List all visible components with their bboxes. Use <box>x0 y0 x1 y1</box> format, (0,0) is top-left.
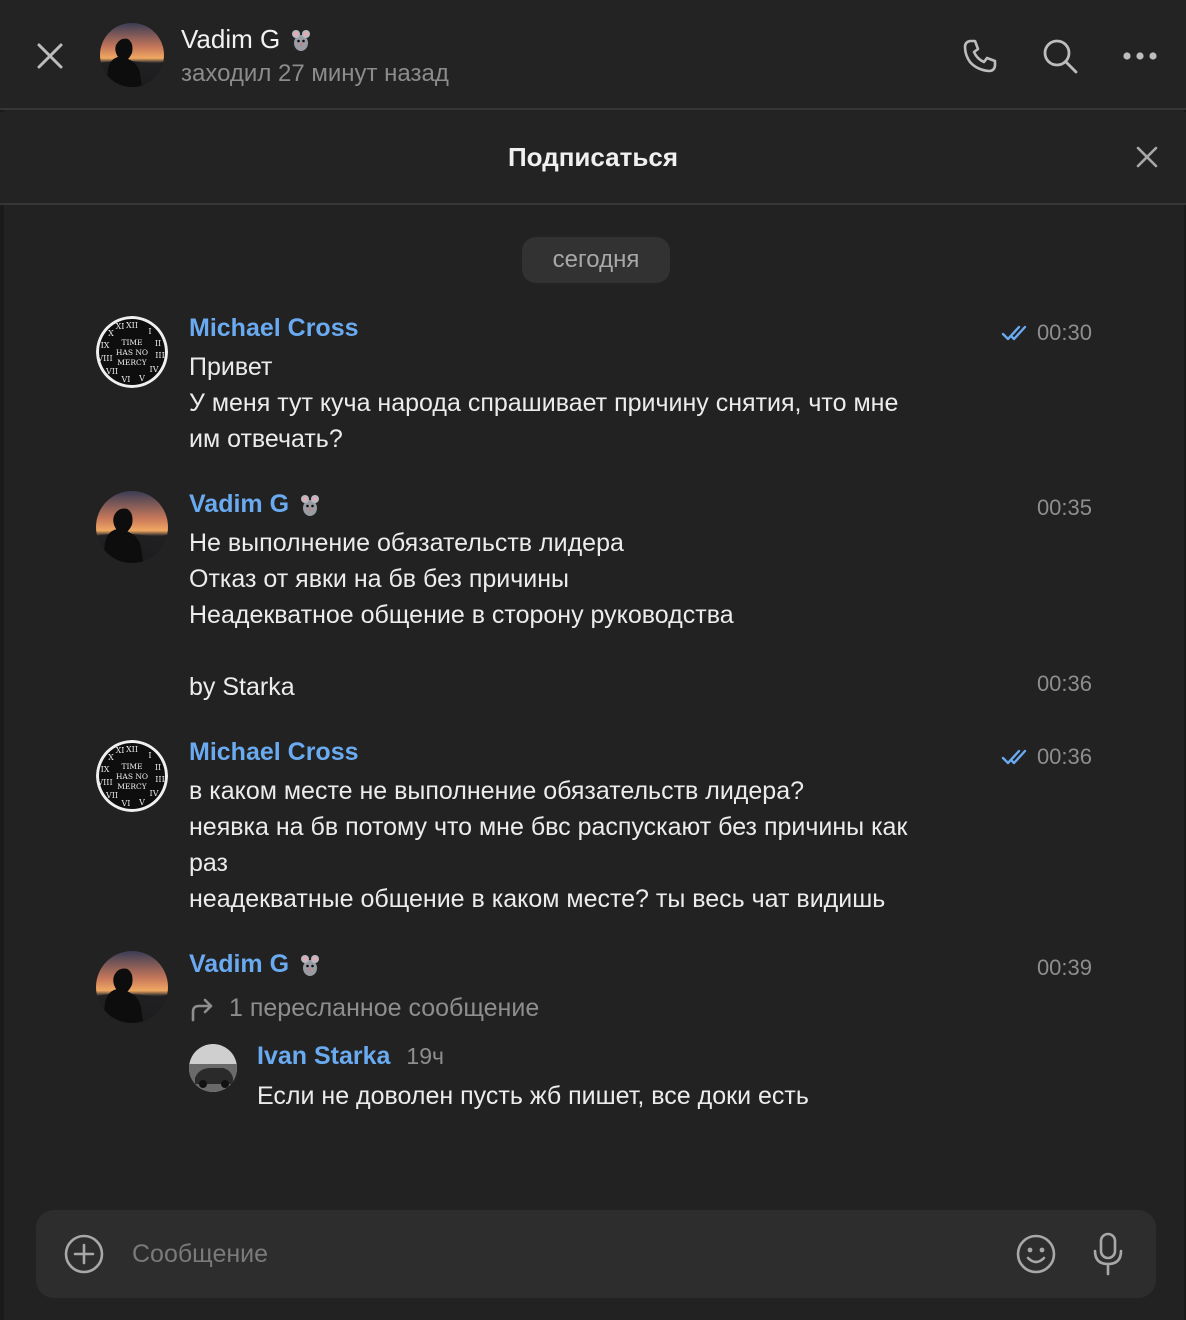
contact-name[interactable]: Vadim G <box>181 24 314 55</box>
emoji-icon <box>1016 1234 1056 1274</box>
svg-text:X: X <box>108 753 114 762</box>
svg-text:XII: XII <box>126 321 138 330</box>
forward-icon <box>191 998 213 1021</box>
svg-text:VIII: VIII <box>96 354 112 363</box>
svg-text:II: II <box>155 339 161 348</box>
voice-message-button[interactable] <box>1086 1230 1130 1278</box>
message-text: Не выполнение обязательств лидера Отказ … <box>189 529 734 629</box>
message-time-text: 00:35 <box>1036 495 1092 520</box>
message-time: 00:36 <box>1001 744 1092 770</box>
forwarded-message-text: Если не доволен пусть жб пишет, все доки… <box>257 1082 809 1110</box>
avatar[interactable]: XII I II III IV V VI VII VIII IX X XI TIME HAS NO… <box>96 316 168 388</box>
svg-text:VI: VI <box>121 799 131 808</box>
svg-text:VII: VII <box>105 367 118 376</box>
forwarded-count-label: 1 пересланное сообщение <box>229 994 540 1022</box>
svg-text:IV: IV <box>150 365 159 374</box>
microphone-icon <box>1093 1232 1123 1276</box>
subscribe-bar-close-button[interactable] <box>1134 144 1162 172</box>
forwarded-sender[interactable]: Ivan Starka 19ч <box>257 1042 444 1071</box>
message-time: 00:36 <box>1037 671 1092 697</box>
contact-status: заходил 27 минут назад <box>181 60 449 87</box>
read-check-icon <box>1001 749 1027 765</box>
message-time-text: 00:36 <box>1036 671 1092 696</box>
svg-text:V: V <box>138 798 145 807</box>
date-separator: сегодня <box>522 237 670 283</box>
close-icon <box>37 43 63 69</box>
contact-name-text: Vadim G <box>181 24 281 54</box>
svg-text:VIII: VIII <box>96 778 112 787</box>
forwarded-time-ago: 19ч <box>406 1043 444 1069</box>
close-icon <box>1136 146 1158 168</box>
message-sender-text: Vadim G <box>189 950 290 978</box>
more-icon <box>1123 52 1157 60</box>
read-check-icon <box>1001 325 1027 341</box>
subscribe-bar: Подписаться <box>0 112 1186 205</box>
message-sender-text: Vadim G <box>189 490 290 518</box>
svg-text:II: II <box>155 763 161 772</box>
svg-text:XI: XI <box>116 322 125 331</box>
message-time-text: 00:30 <box>1036 320 1092 345</box>
forwarded-sender-name: Ivan Starka <box>257 1042 391 1070</box>
rat-emoji <box>301 954 320 976</box>
avatar[interactable]: XII I II III IV V VI VII VIII IX X XI TIME HAS NO… <box>96 740 168 812</box>
svg-text:VII: VII <box>105 791 118 800</box>
svg-text:IX: IX <box>101 341 110 350</box>
svg-text:III: III <box>155 775 164 784</box>
forwarded-header[interactable]: 1 пересланное сообщение <box>189 994 539 1023</box>
svg-text:HAS NO: HAS NO <box>116 348 148 357</box>
message-time: 00:39 <box>1037 955 1092 981</box>
message-text: в каком месте не выполнение обязательств… <box>189 777 908 913</box>
message-time: 00:35 <box>1037 495 1092 521</box>
search-icon <box>1043 39 1078 74</box>
rat-emoji <box>301 494 320 516</box>
svg-text:TIME: TIME <box>121 762 142 771</box>
message-sender[interactable]: Vadim G <box>189 950 323 979</box>
svg-text:VI: VI <box>121 375 131 384</box>
message-time-text: 00:39 <box>1036 955 1092 980</box>
message-sender[interactable]: Michael Cross <box>189 738 359 767</box>
message-sender[interactable]: Michael Cross <box>189 314 359 343</box>
svg-text:XI: XI <box>116 746 125 755</box>
svg-text:IX: IX <box>101 765 110 774</box>
svg-text:I: I <box>148 327 151 336</box>
call-button[interactable] <box>958 34 1002 78</box>
message-input[interactable] <box>132 1232 992 1276</box>
chat-header: Vadim G заходил 27 минут назад <box>0 0 1186 110</box>
svg-text:TIME: TIME <box>121 338 142 347</box>
svg-text:III: III <box>155 351 164 360</box>
emoji-button[interactable] <box>1014 1232 1058 1276</box>
message-text: by Starka <box>189 673 295 701</box>
avatar[interactable] <box>96 491 168 563</box>
message-composer <box>36 1210 1156 1298</box>
avatar[interactable] <box>100 23 164 87</box>
svg-text:HAS NO: HAS NO <box>116 772 148 781</box>
close-chat-button[interactable] <box>30 36 70 76</box>
message-time-text: 00:36 <box>1036 744 1092 769</box>
message-sender[interactable]: Vadim G <box>189 490 323 519</box>
svg-text:XII: XII <box>126 745 138 754</box>
search-button[interactable] <box>1038 34 1082 78</box>
attach-plus-icon <box>64 1234 104 1274</box>
svg-text:IV: IV <box>150 789 159 798</box>
svg-text:MERCY: MERCY <box>117 358 148 367</box>
phone-icon <box>963 39 997 73</box>
rat-emoji <box>292 29 311 51</box>
svg-text:MERCY: MERCY <box>117 782 148 791</box>
message-text: Привет У меня тут куча народа спрашивает… <box>189 353 899 453</box>
svg-text:I: I <box>148 751 151 760</box>
attach-button[interactable] <box>62 1232 106 1276</box>
avatar[interactable] <box>96 951 168 1023</box>
message-time: 00:30 <box>1001 320 1092 346</box>
subscribe-button[interactable]: Подписаться <box>0 142 1186 173</box>
avatar[interactable] <box>189 1044 237 1092</box>
svg-text:V: V <box>138 374 145 383</box>
svg-text:X: X <box>108 329 114 338</box>
more-button[interactable] <box>1118 34 1162 78</box>
